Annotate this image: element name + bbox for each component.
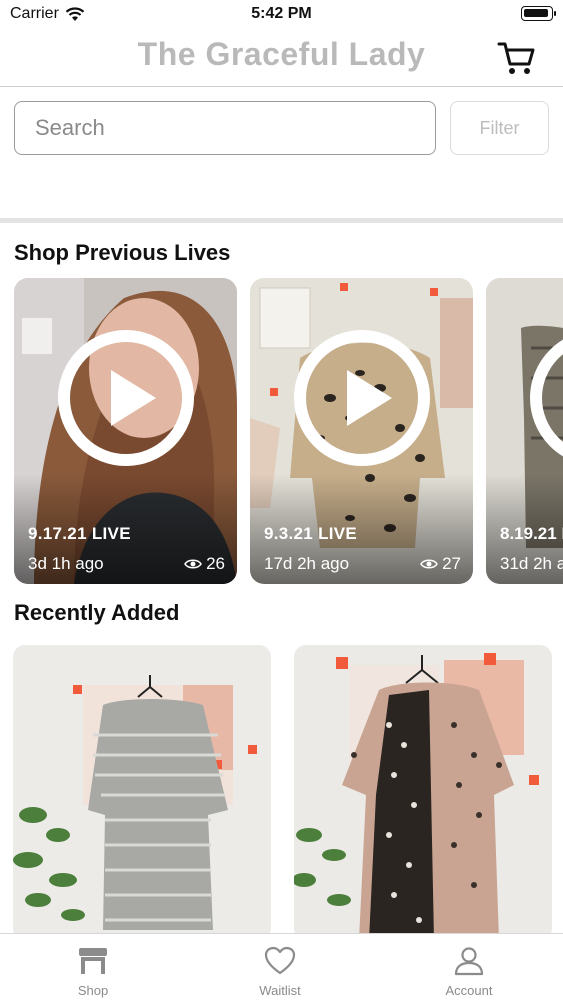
live-title: 8.19.21 LIVE bbox=[500, 524, 563, 543]
search-placeholder: Search bbox=[35, 115, 105, 140]
tab-bar: Shop Waitlist Account bbox=[0, 933, 563, 1000]
previous-lives-heading: Shop Previous Lives bbox=[14, 240, 231, 265]
status-bar: Carrier 5:42 PM bbox=[0, 0, 563, 30]
app-title: The Graceful Lady bbox=[137, 36, 426, 72]
live-age: 17d 2h ago bbox=[264, 554, 350, 573]
filter-button[interactable]: Filter bbox=[450, 101, 549, 155]
live-card[interactable]: 9.3.21 LIVE 17d 2h ago 27 bbox=[250, 278, 473, 584]
live-views: 27 bbox=[420, 554, 461, 574]
product-card[interactable] bbox=[294, 645, 552, 940]
storefront-icon bbox=[79, 948, 107, 974]
product-image bbox=[294, 645, 552, 940]
product-image bbox=[13, 645, 271, 940]
status-time: 5:42 PM bbox=[251, 5, 312, 22]
live-title: 9.3.21 LIVE bbox=[264, 524, 358, 543]
section-divider bbox=[0, 218, 563, 223]
eye-icon bbox=[184, 559, 202, 569]
search-input[interactable]: Search bbox=[14, 101, 436, 155]
live-view-count: 27 bbox=[442, 554, 461, 573]
person-icon bbox=[454, 947, 484, 976]
tab-account[interactable]: Account bbox=[409, 934, 529, 1000]
app-header: The Graceful Lady bbox=[0, 30, 563, 87]
live-views: 26 bbox=[184, 554, 225, 574]
play-icon[interactable] bbox=[528, 328, 563, 468]
live-title: 9.17.21 LIVE bbox=[28, 524, 131, 543]
battery-icon bbox=[521, 6, 556, 21]
tab-shop[interactable]: Shop bbox=[33, 934, 153, 1000]
live-age: 3d 1h ago bbox=[28, 554, 104, 573]
live-card[interactable]: 8.19.21 LIVE 31d 2h ago bbox=[486, 278, 563, 584]
live-card[interactable]: 9.17.21 LIVE 3d 1h ago 26 bbox=[14, 278, 237, 584]
tab-waitlist[interactable]: Waitlist bbox=[220, 934, 340, 1000]
play-icon[interactable] bbox=[56, 328, 196, 468]
product-card[interactable] bbox=[13, 645, 271, 940]
live-age: 31d 2h ago bbox=[500, 554, 563, 573]
heart-icon bbox=[264, 946, 296, 975]
recently-added-heading: Recently Added bbox=[14, 600, 180, 625]
tab-label: Shop bbox=[77, 983, 109, 998]
play-icon[interactable] bbox=[292, 328, 432, 468]
live-view-count: 26 bbox=[206, 554, 225, 573]
cart-icon[interactable] bbox=[497, 40, 535, 76]
eye-icon bbox=[420, 559, 438, 569]
tab-label: Account bbox=[445, 983, 493, 998]
tab-label: Waitlist bbox=[259, 983, 301, 998]
